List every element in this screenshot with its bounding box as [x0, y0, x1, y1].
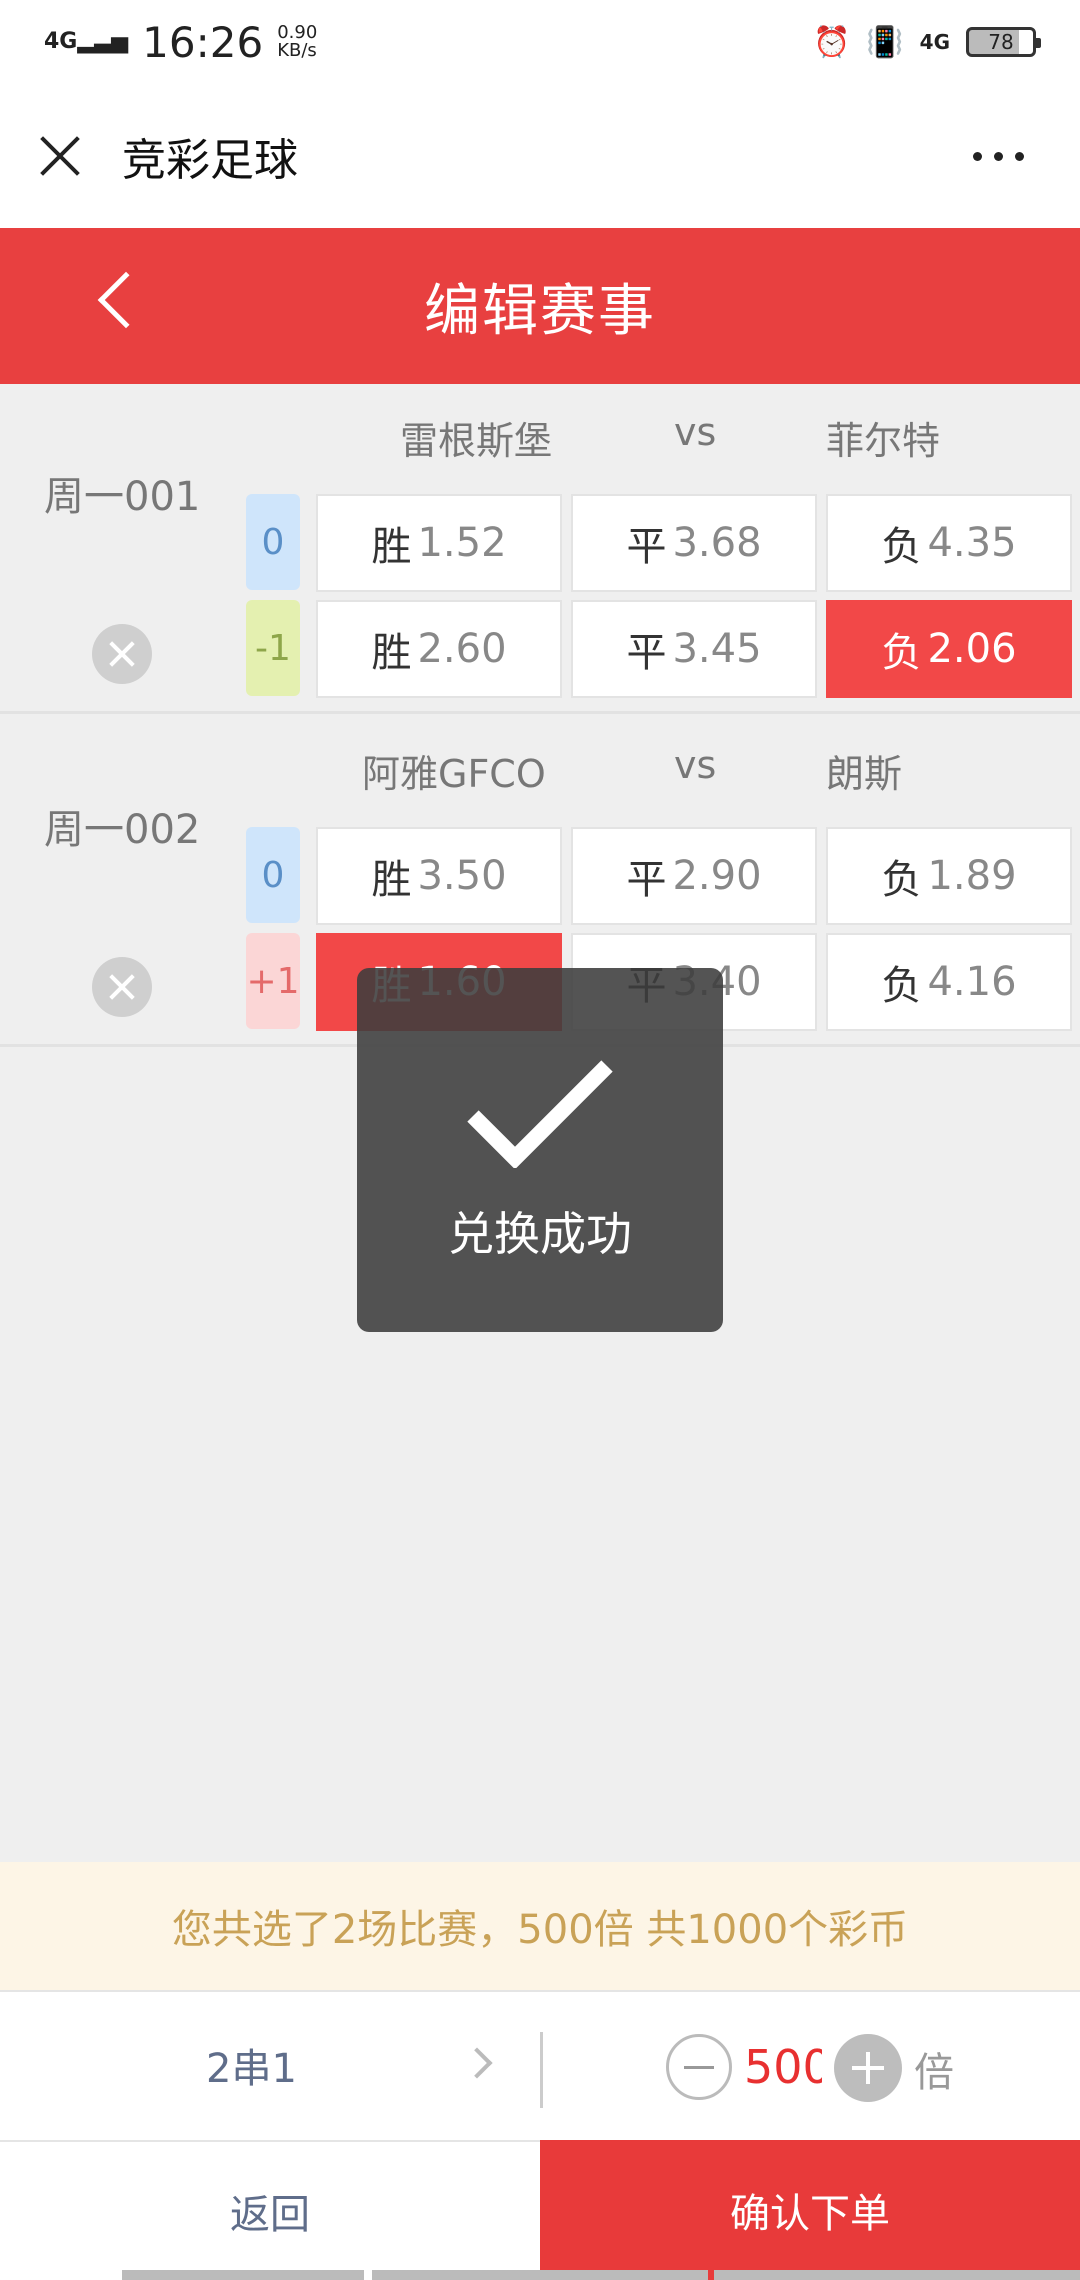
odd-label: 胜: [371, 630, 412, 676]
odd-value: 2.60: [417, 626, 507, 672]
home-team: 雷根斯堡: [400, 419, 553, 463]
odd-value: 1.89: [927, 853, 1017, 899]
odd-value: 1.52: [417, 520, 507, 566]
odd-draw[interactable]: 平 3.45: [571, 600, 817, 698]
remove-match-button[interactable]: [92, 957, 152, 1017]
vs-label: vs: [674, 410, 717, 454]
away-team: 菲尔特: [826, 419, 941, 463]
increase-button[interactable]: [834, 2034, 902, 2102]
nav-indicator: [714, 2270, 1080, 2280]
chevron-right-icon[interactable]: [461, 2047, 493, 2079]
close-icon[interactable]: [30, 126, 90, 186]
odd-lose[interactable]: 负 1.89: [826, 827, 1072, 925]
odd-value: 4.16: [927, 959, 1017, 1005]
multiplier-input[interactable]: [744, 2034, 822, 2100]
page-header: 编辑赛事: [0, 228, 1080, 384]
odd-lose[interactable]: 负 4.16: [826, 933, 1072, 1031]
vibrate-icon: 📳: [866, 24, 904, 60]
alarm-icon: ⏰: [812, 24, 851, 60]
odd-win[interactable]: 胜 2.60: [316, 600, 562, 698]
odd-win[interactable]: 胜 1.52: [316, 494, 562, 592]
clock: 16:26: [142, 17, 264, 67]
odd-label: 平: [626, 857, 667, 903]
status-bar: 4G▂▃▅ 16:26 0.90 KB/s ⏰ 📳 4G 78: [0, 0, 1080, 84]
odd-label: 负: [881, 857, 922, 903]
handicap-badge: +1: [246, 933, 300, 1029]
odd-lose[interactable]: 负 4.35: [826, 494, 1072, 592]
back-chevron-icon[interactable]: [97, 271, 155, 329]
back-button[interactable]: 返回: [0, 2140, 540, 2280]
handicap-badge: 0: [246, 494, 300, 590]
net-speed: 0.90 KB/s: [277, 24, 317, 60]
divider: [540, 2032, 543, 2108]
odd-value: 3.68: [672, 520, 762, 566]
more-icon[interactable]: [973, 151, 1024, 161]
signal-icon: 4G▂▃▅: [44, 29, 129, 54]
odd-value: 3.50: [417, 853, 507, 899]
app-bar: 竞彩足球: [0, 84, 1080, 228]
handicap-badge: -1: [246, 600, 300, 696]
network-icon: 4G: [919, 30, 950, 54]
odd-label: 负: [881, 963, 922, 1009]
checkmark-icon: [467, 1060, 613, 1168]
summary-text: 您共选了2场比赛，500倍 共1000个彩币: [171, 1907, 909, 1953]
battery-icon: 78: [966, 27, 1041, 57]
odd-label: 平: [626, 630, 667, 676]
selection-summary: 您共选了2场比赛，500倍 共1000个彩币: [0, 1862, 1080, 1990]
odd-value: 2.90: [672, 853, 762, 899]
home-team: 阿雅GFCO: [362, 752, 546, 796]
vs-label: vs: [674, 743, 717, 787]
nav-indicator: [122, 2270, 364, 2280]
bet-controls: 2串1 倍: [0, 1990, 1080, 2140]
odd-draw[interactable]: 平 2.90: [571, 827, 817, 925]
away-team: 朗斯: [826, 752, 903, 796]
decrease-button[interactable]: [666, 2034, 732, 2100]
odd-draw[interactable]: 平 3.68: [571, 494, 817, 592]
toast-text: 兑换成功: [448, 1207, 632, 1261]
net-speed-unit: KB/s: [277, 40, 317, 61]
odd-value: 4.35: [927, 520, 1017, 566]
remove-match-button[interactable]: [92, 624, 152, 684]
multiplier-unit: 倍: [914, 2050, 954, 2096]
odd-lose-selected[interactable]: 负 2.06: [826, 600, 1072, 698]
bottom-bar: 返回 确认下单: [0, 2140, 1080, 2280]
match-card: 雷根斯堡 vs 菲尔特 周一001 0 胜 1.52 平 3.68 负 4.35 -1…: [0, 384, 1080, 714]
handicap-badge: 0: [246, 827, 300, 923]
page-title: 编辑赛事: [424, 278, 656, 344]
odd-value: 2.06: [927, 626, 1017, 672]
app-title: 竞彩足球: [122, 135, 298, 186]
match-code: 周一001: [44, 474, 201, 520]
nav-indicator: [372, 2270, 708, 2280]
odd-label: 负: [881, 524, 922, 570]
match-code: 周一002: [44, 807, 201, 853]
odd-win[interactable]: 胜 3.50: [316, 827, 562, 925]
odd-label: 负: [881, 630, 922, 676]
odd-label: 平: [626, 524, 667, 570]
confirm-order-button[interactable]: 确认下单: [540, 2140, 1080, 2280]
odd-value: 3.45: [672, 626, 762, 672]
odd-label: 胜: [371, 524, 412, 570]
success-toast: 兑换成功: [357, 968, 723, 1332]
battery-level: 78: [988, 30, 1014, 54]
odd-label: 胜: [371, 857, 412, 903]
status-icons: ⏰ 📳 4G 78: [812, 24, 1041, 60]
combo-selector[interactable]: 2串1: [206, 2036, 297, 2094]
